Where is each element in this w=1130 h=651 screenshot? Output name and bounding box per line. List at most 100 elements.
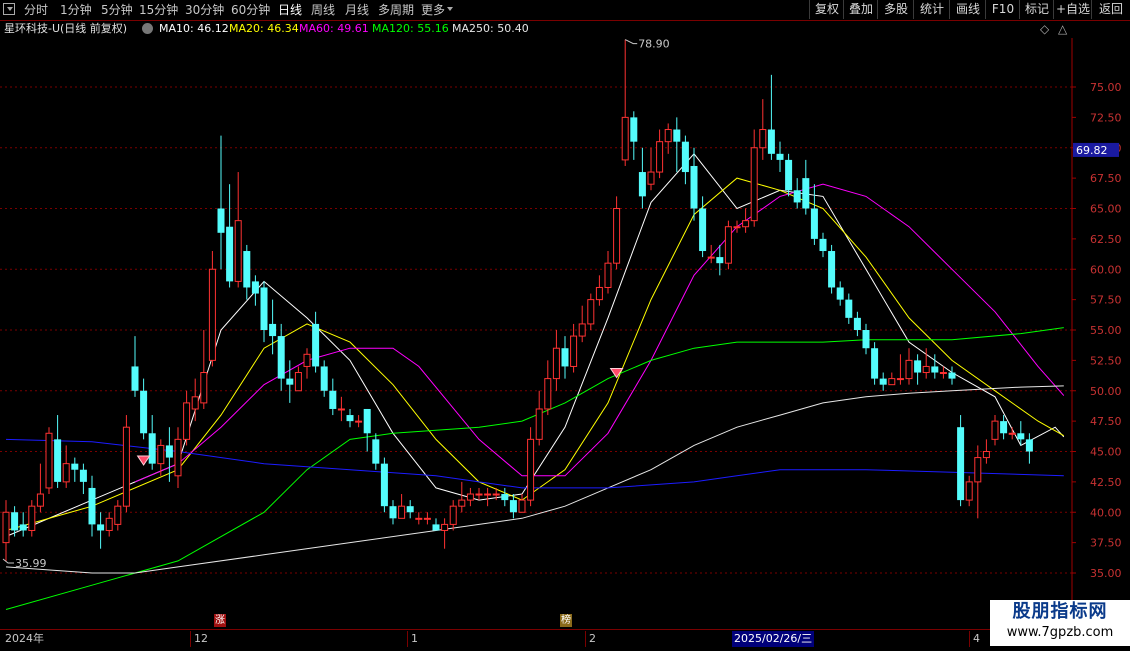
stats-button[interactable]: 统计 bbox=[913, 0, 950, 19]
candle-body-up bbox=[742, 220, 750, 228]
candle-body-down bbox=[673, 129, 681, 142]
candle-body-up bbox=[552, 347, 560, 380]
candle-body-up bbox=[888, 378, 896, 386]
diamond-icon[interactable]: ◇ bbox=[1040, 20, 1049, 38]
candle-body-up bbox=[174, 438, 182, 477]
y-tick-label: 55.00 bbox=[1090, 324, 1122, 337]
candle-body-up bbox=[45, 432, 53, 489]
y-tick-label: 75.00 bbox=[1090, 81, 1122, 94]
multi-stock-button[interactable]: 多股 bbox=[877, 0, 914, 19]
more-dropdown-icon[interactable] bbox=[447, 7, 453, 11]
date-label: 12 bbox=[190, 631, 208, 647]
y-tick-label: 45.00 bbox=[1090, 446, 1122, 459]
f10-button[interactable]: F10 bbox=[985, 0, 1020, 19]
candle-body-up bbox=[759, 129, 767, 149]
candle-body-down bbox=[836, 287, 844, 300]
tab-30min[interactable]: 30分钟 bbox=[185, 2, 224, 18]
menu-icon[interactable] bbox=[3, 3, 15, 15]
candle-body-up bbox=[355, 420, 363, 423]
candle-body-up bbox=[982, 451, 990, 459]
period-toolbar: 分时 1分钟 5分钟 15分钟 30分钟 60分钟 日线 周线 月线 多周期 更… bbox=[0, 0, 1130, 21]
y-tick-label: 62.50 bbox=[1090, 233, 1122, 246]
candle-body-up bbox=[484, 493, 492, 496]
kline-chart[interactable]: 75.0072.5070.0067.5065.0062.5060.0057.50… bbox=[0, 38, 1130, 629]
candle-body-down bbox=[914, 360, 922, 373]
draw-line-button[interactable]: 画线 bbox=[949, 0, 986, 19]
flag-bang[interactable]: 榜 bbox=[560, 614, 572, 627]
candle-body-down bbox=[260, 287, 268, 330]
ma10-value: MA10: 46.12 bbox=[159, 22, 229, 35]
candle-body-up bbox=[535, 408, 543, 440]
candle-body-up bbox=[621, 116, 629, 161]
candle-body-down bbox=[828, 251, 836, 288]
tab-daily[interactable]: 日线 bbox=[278, 2, 302, 18]
candle-body-down bbox=[1017, 433, 1025, 440]
candle-body-down bbox=[346, 415, 354, 422]
candle-body-down bbox=[286, 378, 294, 385]
y-tick-label: 37.50 bbox=[1090, 537, 1122, 550]
tab-monthly[interactable]: 月线 bbox=[345, 2, 369, 18]
add-favorite-button[interactable]: +自选 bbox=[1053, 0, 1092, 19]
candle-body-down bbox=[509, 500, 517, 513]
candle-body-down bbox=[432, 524, 440, 531]
mark-button[interactable]: 标记 bbox=[1019, 0, 1054, 19]
ma250-value: MA250: 50.40 bbox=[452, 22, 529, 35]
y-tick-label: 35.00 bbox=[1090, 567, 1122, 580]
ma20-line bbox=[5, 177, 1065, 531]
back-button[interactable]: 返回 bbox=[1091, 0, 1130, 19]
candle-body-down bbox=[79, 469, 87, 482]
fuquan-button[interactable]: 复权 bbox=[809, 0, 844, 19]
ma-legend: 星环科技-U(日线 前复权) MA10: 46.12 MA20: 46.34 M… bbox=[0, 20, 1130, 38]
tab-multi-period[interactable]: 多周期 bbox=[378, 2, 414, 18]
stock-title: 星环科技-U(日线 前复权) bbox=[4, 22, 128, 35]
y-tick-label: 65.00 bbox=[1090, 203, 1122, 216]
ma60-value: MA60: 49.61 bbox=[299, 22, 369, 35]
overlay-button[interactable]: 叠加 bbox=[843, 0, 878, 19]
candle-body-down bbox=[716, 257, 724, 264]
candle-body-down bbox=[561, 348, 569, 367]
max-price-label: 78.90 bbox=[638, 38, 670, 51]
candle-body-up bbox=[466, 493, 474, 501]
dropdown-circle-icon[interactable] bbox=[142, 23, 153, 34]
tab-5min[interactable]: 5分钟 bbox=[101, 2, 133, 18]
candle-body-down bbox=[1000, 421, 1008, 434]
candle-body-up bbox=[423, 517, 431, 520]
candle-body-up bbox=[724, 226, 732, 264]
up-triangle-icon[interactable]: △ bbox=[1058, 20, 1067, 38]
ma10-line bbox=[5, 153, 1065, 537]
candle-body-down bbox=[97, 524, 105, 531]
candle-body-up bbox=[105, 517, 113, 531]
candle-body-down bbox=[71, 463, 79, 470]
candle-body-up bbox=[595, 286, 603, 301]
candle-body-down bbox=[389, 506, 397, 519]
flag-zhang[interactable]: 涨 bbox=[214, 614, 226, 627]
candle-body-down bbox=[630, 117, 638, 142]
tab-weekly[interactable]: 周线 bbox=[311, 2, 335, 18]
candle-body-down bbox=[226, 226, 234, 282]
candle-body-down bbox=[329, 390, 337, 409]
watermark-title: 股朋指标网 bbox=[1012, 601, 1108, 622]
y-tick-label: 60.00 bbox=[1090, 263, 1122, 276]
candle-body-up bbox=[613, 208, 621, 264]
tab-fenshi[interactable]: 分时 bbox=[24, 2, 48, 18]
candle-body-down bbox=[88, 487, 96, 525]
tab-more[interactable]: 更多 bbox=[421, 2, 445, 18]
candle-body-down bbox=[853, 317, 861, 330]
date-label: 2024年 bbox=[5, 632, 44, 645]
tab-1min[interactable]: 1分钟 bbox=[60, 2, 92, 18]
candle-body-down bbox=[277, 336, 285, 379]
candle-body-up bbox=[570, 335, 578, 367]
candle-body-up bbox=[664, 129, 672, 143]
candle-body-up bbox=[750, 147, 758, 222]
candle-body-up bbox=[991, 420, 999, 440]
candle-body-up bbox=[604, 262, 612, 288]
candle-body-up bbox=[733, 226, 741, 229]
candle-body-up bbox=[939, 372, 947, 375]
tab-15min[interactable]: 15分钟 bbox=[139, 2, 178, 18]
tab-60min[interactable]: 60分钟 bbox=[231, 2, 270, 18]
candle-body-down bbox=[802, 178, 810, 209]
candle-body-down bbox=[957, 427, 965, 501]
candle-body-up bbox=[896, 378, 904, 381]
y-tick-label: 52.50 bbox=[1090, 354, 1122, 367]
candle-body-down bbox=[931, 366, 939, 373]
